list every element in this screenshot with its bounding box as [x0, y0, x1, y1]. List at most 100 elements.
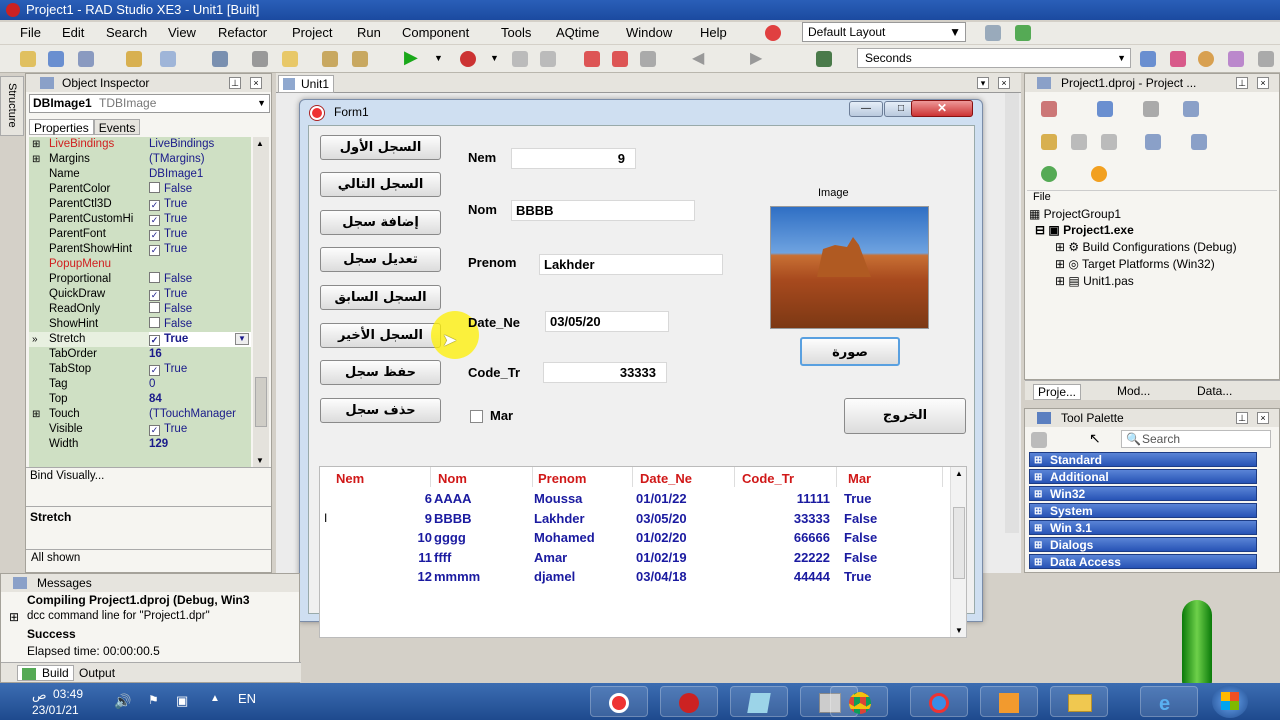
expand-icon[interactable]: ⊞ — [1034, 453, 1042, 468]
new-icon[interactable] — [20, 51, 36, 67]
minimize-button[interactable]: — — [849, 101, 883, 117]
checkbox[interactable]: ✓ — [149, 365, 160, 376]
property-value[interactable]: DBImage1 — [149, 167, 251, 182]
run-no-debug-icon[interactable] — [460, 51, 476, 67]
flag-icon[interactable]: ⚑ — [148, 693, 159, 707]
collapse-icon[interactable] — [1101, 134, 1117, 150]
property-value[interactable]: ✓ True — [149, 422, 251, 437]
photo-button[interactable]: صورة — [800, 337, 900, 366]
menu-run[interactable]: Run — [357, 25, 381, 40]
chevron-down-icon[interactable]: ▼ — [434, 53, 443, 63]
property-scrollbar[interactable]: ▲ ▼ — [253, 137, 269, 467]
bind-visually-link[interactable]: Bind Visually... — [30, 470, 104, 482]
palette-category[interactable]: ⊞ Standard — [1029, 452, 1257, 467]
grid-column-header[interactable]: Prenom — [538, 471, 586, 486]
taskbar-app-folder[interactable] — [1050, 686, 1108, 717]
code-tr-field[interactable]: 33333 — [543, 362, 667, 383]
property-value[interactable]: (TTouchManager — [149, 407, 251, 422]
first-record-button[interactable]: السجل الأول — [320, 135, 441, 160]
grid-column-header[interactable]: Code_Tr — [742, 471, 794, 486]
tree-item-projectgroup[interactable]: ▦ ProjectGroup1 — [1029, 207, 1121, 221]
property-row[interactable]: ⊞ Margins (TMargins) — [29, 152, 251, 167]
nom-field[interactable]: BBBB — [511, 200, 695, 221]
save-all-icon[interactable] — [78, 51, 94, 67]
property-row[interactable]: ParentCtl3D ✓ True — [29, 197, 251, 212]
property-value[interactable]: 84 — [149, 392, 251, 407]
open-icon[interactable] — [48, 51, 64, 67]
language-indicator[interactable]: EN — [238, 691, 256, 706]
property-row[interactable]: ParentColor False — [29, 182, 251, 197]
save-record-button[interactable]: حفظ سجل — [320, 360, 441, 385]
checkbox[interactable]: ✓ — [149, 290, 160, 301]
property-row[interactable]: ⊞ LiveBindings LiveBindings — [29, 137, 251, 152]
scroll-up-icon[interactable]: ▲ — [955, 469, 963, 478]
menu-tools[interactable]: Tools — [501, 25, 531, 40]
property-row[interactable]: ⊞ Touch (TTouchManager — [29, 407, 251, 422]
tools-icon[interactable] — [1228, 51, 1244, 67]
back-icon[interactable]: ◀ — [692, 48, 704, 68]
scroll-thumb[interactable] — [255, 377, 267, 427]
view-form-icon[interactable] — [352, 51, 368, 67]
palette-category[interactable]: ⊞ Additional — [1029, 469, 1257, 484]
pin-icon[interactable]: ⊥ — [229, 77, 241, 89]
close-icon[interactable]: × — [1257, 77, 1269, 89]
scroll-down-icon[interactable]: ▼ — [256, 456, 264, 465]
property-row[interactable]: PopupMenu — [29, 257, 251, 272]
add-icon[interactable] — [1143, 101, 1159, 117]
taskbar-app-radstudio[interactable] — [590, 686, 648, 717]
menu-help[interactable]: Help — [700, 25, 727, 40]
property-row[interactable]: ParentCustomHi ✓ True — [29, 212, 251, 227]
next-record-button[interactable]: السجل التالي — [320, 172, 441, 197]
property-value[interactable]: 0 — [149, 377, 251, 392]
checkbox[interactable] — [149, 272, 160, 283]
save-icon[interactable] — [212, 51, 228, 67]
page-icon[interactable] — [1140, 51, 1156, 67]
platform-icon[interactable] — [1091, 166, 1107, 182]
tab-properties[interactable]: Properties — [29, 119, 94, 135]
tab-model[interactable]: Mod... — [1117, 384, 1150, 398]
table-row[interactable]: 6 AAAA Moussa 01/01/22 11111 True — [320, 491, 950, 511]
scroll-down-icon[interactable]: ▼ — [955, 626, 963, 635]
checkbox[interactable]: ✓ — [149, 215, 160, 226]
expand-icon[interactable]: ⊞ — [1034, 487, 1042, 502]
chevron-down-icon[interactable]: ▼ — [235, 333, 249, 345]
taskbar-app-sogou[interactable] — [910, 686, 968, 717]
open-project-icon[interactable] — [126, 51, 142, 67]
exit-button[interactable]: الخروج — [844, 398, 966, 434]
expand-icon[interactable]: ⊞ — [32, 407, 40, 422]
date-ne-field[interactable]: 03/05/20 — [545, 311, 669, 332]
property-row[interactable]: Top 84 — [29, 392, 251, 407]
profile-icon[interactable] — [1170, 51, 1186, 67]
previous-record-button[interactable]: السجل السابق — [320, 285, 441, 310]
property-row[interactable]: ReadOnly False — [29, 302, 251, 317]
nem-field[interactable]: 9 — [511, 148, 636, 169]
checkbox[interactable]: ✓ — [149, 245, 160, 256]
component-select[interactable]: DBImage1 TDBImage ▼ — [29, 94, 270, 113]
taskbar-app-notes[interactable] — [730, 686, 788, 717]
property-value[interactable]: ✓ True — [149, 242, 251, 257]
run-to-cursor-icon[interactable] — [640, 51, 656, 67]
stop-icon[interactable] — [540, 51, 556, 67]
seconds-select[interactable]: Seconds ▼ — [857, 48, 1131, 68]
tab-data[interactable]: Data... — [1197, 384, 1232, 398]
mar-checkbox[interactable] — [470, 410, 483, 423]
close-icon[interactable]: × — [998, 77, 1010, 89]
pause-icon[interactable] — [512, 51, 528, 67]
palette-category[interactable]: ⊞ Win32 — [1029, 486, 1257, 501]
last-record-button[interactable]: السجل الأخير — [320, 323, 441, 348]
tab-build[interactable]: Build — [17, 665, 74, 681]
property-row[interactable]: ShowHint False — [29, 317, 251, 332]
pin-icon[interactable]: ⊥ — [1236, 77, 1248, 89]
data-grid[interactable]: Nem Nom Prenom Date_Ne Code_Tr Mar 6 AAAA Mouss… — [319, 466, 967, 638]
expand-icon[interactable]: ⊞ — [9, 610, 19, 624]
taskbar-app-ie[interactable]: e — [1140, 686, 1198, 717]
property-row[interactable]: ParentShowHint ✓ True — [29, 242, 251, 257]
categories-icon[interactable] — [1031, 432, 1047, 448]
palette-search-input[interactable]: 🔍 Search — [1121, 430, 1271, 448]
table-row[interactable]: 12 mmmm djamel 03/04/18 44444 True — [320, 569, 950, 589]
menu-project[interactable]: Project — [292, 25, 332, 40]
menu-file[interactable]: File — [20, 25, 41, 40]
close-icon[interactable]: × — [1257, 412, 1269, 424]
tree-item-unit1[interactable]: ⊞ ▤ Unit1.pas — [1055, 274, 1134, 288]
table-row[interactable]: 11 ffff Amar 01/02/19 22222 False — [320, 550, 950, 570]
